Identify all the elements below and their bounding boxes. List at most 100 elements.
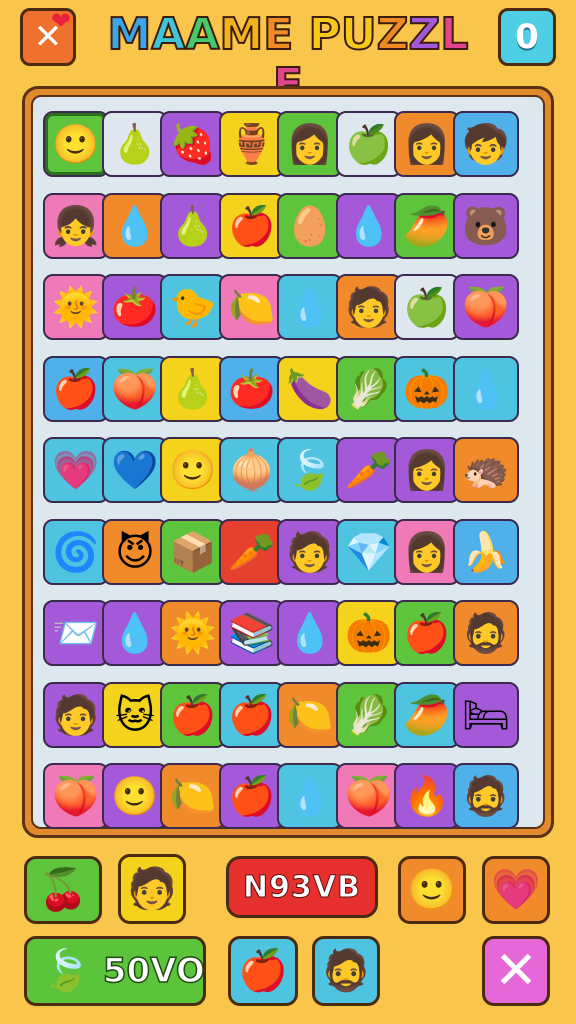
tile-r5-c2[interactable]: 💙 xyxy=(102,437,168,503)
top-bar: ✕ ❤ MAAME PUZZLE 0 xyxy=(0,0,576,111)
tile-r5-c1[interactable]: 💗 xyxy=(43,437,109,503)
tile-icon: 🥕 xyxy=(228,530,276,574)
tile-r6-c8[interactable]: 🍌 xyxy=(453,519,519,585)
tile-r3-c1[interactable]: 🌞 xyxy=(43,274,109,340)
tile-r4-c3[interactable]: 🍐 xyxy=(160,356,226,422)
tile-r2-c1[interactable]: 👧 xyxy=(43,193,109,259)
tile-icon: 💧 xyxy=(462,367,510,411)
tile-r2-c5[interactable]: 🥚 xyxy=(277,193,343,259)
tile-r1-c8[interactable]: 🧒 xyxy=(453,111,519,177)
tile-r6-c2[interactable]: 😈 xyxy=(102,519,168,585)
tile-r7-c8[interactable]: 🧔 xyxy=(453,600,519,666)
tile-r8-c4[interactable]: 🍎 xyxy=(219,682,285,748)
tile-r9-c7[interactable]: 🔥 xyxy=(394,763,460,829)
tile-r2-c7[interactable]: 🥭 xyxy=(394,193,460,259)
tile-r8-c1[interactable]: 🧑 xyxy=(43,682,109,748)
moves-button[interactable]: N93VB xyxy=(226,856,378,918)
moves-label: N93VB xyxy=(243,869,361,905)
tile-icon: 🍎 xyxy=(228,204,276,248)
tile-r4-c1[interactable]: 🍎 xyxy=(43,356,109,422)
tile-r6-c4[interactable]: 🥕 xyxy=(219,519,285,585)
tile-r1-c6[interactable]: 🍏 xyxy=(336,111,402,177)
title-letter: E xyxy=(262,9,294,61)
tile-r9-c2[interactable]: 🙂 xyxy=(102,763,168,829)
tile-r5-c5[interactable]: 🍃 xyxy=(277,437,343,503)
tile-r1-c1[interactable]: 🙂 xyxy=(43,111,109,177)
tile-r9-c1[interactable]: 🍑 xyxy=(43,763,109,829)
title-letter: L xyxy=(439,9,469,61)
tile-icon: 🍎 xyxy=(403,611,451,655)
character-button[interactable]: 🧑 xyxy=(118,854,186,924)
tile-r4-c2[interactable]: 🍑 xyxy=(102,356,168,422)
tile-r8-c6[interactable]: 🥬 xyxy=(336,682,402,748)
tile-r2-c8[interactable]: 🐻 xyxy=(453,193,519,259)
tile-r4-c6[interactable]: 🥬 xyxy=(336,356,402,422)
tile-r7-c6[interactable]: 🎃 xyxy=(336,600,402,666)
tile-r4-c5[interactable]: 🍆 xyxy=(277,356,343,422)
tile-r2-c6[interactable]: 💧 xyxy=(336,193,402,259)
tile-icon: 💧 xyxy=(286,285,334,329)
tile-r1-c2[interactable]: 🍐 xyxy=(102,111,168,177)
character2-button[interactable]: 🧔 xyxy=(312,936,380,1006)
score-counter[interactable]: 0 xyxy=(498,8,556,66)
tile-r9-c6[interactable]: 🍑 xyxy=(336,763,402,829)
tile-r8-c5[interactable]: 🍋 xyxy=(277,682,343,748)
tile-icon: 👩 xyxy=(403,530,451,574)
tile-r9-c4[interactable]: 🍎 xyxy=(219,763,285,829)
tile-r7-c3[interactable]: 🌞 xyxy=(160,600,226,666)
tile-r3-c5[interactable]: 💧 xyxy=(277,274,343,340)
tile-r5-c6[interactable]: 🥕 xyxy=(336,437,402,503)
tile-r9-c8[interactable]: 🧔 xyxy=(453,763,519,829)
tile-r6-c3[interactable]: 📦 xyxy=(160,519,226,585)
tile-r3-c2[interactable]: 🍅 xyxy=(102,274,168,340)
apple-button[interactable]: 🍎 xyxy=(228,936,298,1006)
tile-r7-c4[interactable]: 📚 xyxy=(219,600,285,666)
tile-r2-c2[interactable]: 💧 xyxy=(102,193,168,259)
title-letter: Z xyxy=(408,9,442,61)
tile-r1-c4[interactable]: 🏺 xyxy=(219,111,285,177)
tile-r7-c1[interactable]: 📨 xyxy=(43,600,109,666)
face-button[interactable]: 🙂 xyxy=(398,856,466,924)
tile-r4-c4[interactable]: 🍅 xyxy=(219,356,285,422)
cancel-button[interactable]: ✕ xyxy=(482,936,550,1006)
tile-icon: 🍐 xyxy=(169,367,217,411)
tile-r6-c5[interactable]: 🧑 xyxy=(277,519,343,585)
tile-r3-c4[interactable]: 🍋 xyxy=(219,274,285,340)
tile-icon: 💧 xyxy=(286,774,334,818)
tile-r7-c7[interactable]: 🍎 xyxy=(394,600,460,666)
person-icon: 🧔 xyxy=(321,948,371,994)
tile-r5-c4[interactable]: 🧅 xyxy=(219,437,285,503)
tile-r4-c8[interactable]: 💧 xyxy=(453,356,519,422)
tile-r6-c6[interactable]: 💎 xyxy=(336,519,402,585)
tile-icon: 🍃 xyxy=(286,448,334,492)
tile-r1-c5[interactable]: 👩 xyxy=(277,111,343,177)
tile-r2-c3[interactable]: 🍐 xyxy=(160,193,226,259)
tile-icon: 🍏 xyxy=(345,122,393,166)
tile-r6-c1[interactable]: 🌀 xyxy=(43,519,109,585)
tile-r3-c8[interactable]: 🍑 xyxy=(453,274,519,340)
tile-r8-c8[interactable]: 🛏 xyxy=(453,682,519,748)
tile-r1-c3[interactable]: 🍓 xyxy=(160,111,226,177)
tile-r7-c2[interactable]: 💧 xyxy=(102,600,168,666)
fruit-pair-button[interactable]: 🍒 xyxy=(24,856,102,924)
tile-r3-c3[interactable]: 🐤 xyxy=(160,274,226,340)
tile-r3-c6[interactable]: 🧑 xyxy=(336,274,402,340)
tile-r4-c7[interactable]: 🎃 xyxy=(394,356,460,422)
tile-r9-c5[interactable]: 💧 xyxy=(277,763,343,829)
tile-r8-c7[interactable]: 🥭 xyxy=(394,682,460,748)
tile-r2-c4[interactable]: 🍎 xyxy=(219,193,285,259)
tile-r5-c7[interactable]: 👩 xyxy=(394,437,460,503)
tile-r1-c7[interactable]: 👩 xyxy=(394,111,460,177)
tile-r6-c7[interactable]: 👩 xyxy=(394,519,460,585)
tile-r9-c3[interactable]: 🍋 xyxy=(160,763,226,829)
tile-r8-c3[interactable]: 🍎 xyxy=(160,682,226,748)
close-button[interactable]: ✕ ❤ xyxy=(20,7,76,66)
title-letter: A xyxy=(150,9,186,61)
tile-icon: 🙂 xyxy=(52,122,100,166)
heart-button[interactable]: 💗 xyxy=(482,856,550,924)
tile-r5-c3[interactable]: 🙂 xyxy=(160,437,226,503)
tile-r8-c2[interactable]: 🐱 xyxy=(102,682,168,748)
tile-r5-c8[interactable]: 🦔 xyxy=(453,437,519,503)
tile-r3-c7[interactable]: 🍏 xyxy=(394,274,460,340)
tile-r7-c5[interactable]: 💧 xyxy=(277,600,343,666)
